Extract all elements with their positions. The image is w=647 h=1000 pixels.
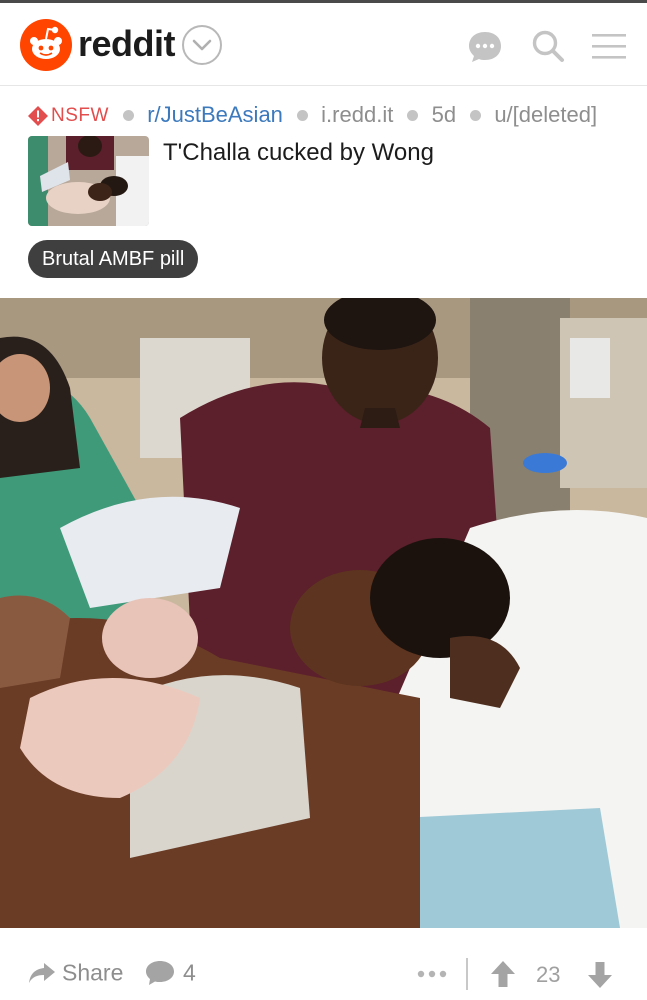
post-author[interactable]: u/[deleted] [494, 102, 597, 128]
post-thumbnail[interactable] [28, 136, 149, 226]
nsfw-badge: NSFW [28, 102, 109, 128]
comments-button[interactable]: 4 [145, 958, 196, 988]
share-arrow-icon [29, 962, 55, 983]
app-wordmark[interactable]: reddit [78, 23, 176, 65]
actions-divider [466, 958, 468, 990]
chat-icon[interactable] [467, 29, 503, 65]
post-score: 23 [536, 962, 561, 987]
post-meta-line: NSFW r/JustBeAsian i.redd.it 5d u/[delet… [28, 101, 628, 129]
meta-separator [123, 109, 135, 121]
meta-separator [407, 109, 419, 121]
post-title[interactable]: T'Challa cucked by Wong [163, 139, 434, 167]
top-bar: reddit [0, 0, 647, 86]
nsfw-label: NSFW [51, 105, 109, 127]
post-age: 5d [431, 102, 457, 128]
reddit-logo[interactable] [20, 19, 72, 71]
post-flair[interactable]: Brutal AMBF pill [28, 240, 199, 278]
chevron-down-icon [192, 39, 212, 51]
hamburger-menu-icon[interactable] [592, 31, 626, 61]
meta-separator [470, 109, 482, 121]
share-button[interactable]: Share [28, 958, 123, 988]
post-image[interactable] [0, 298, 647, 928]
upvote-arrow-icon[interactable] [490, 960, 516, 988]
meta-separator [297, 109, 309, 121]
alert-icon [28, 106, 48, 127]
share-label: Share [62, 959, 124, 986]
post-actions-bar: Share 4 23 [0, 942, 647, 1000]
subreddit-link[interactable]: r/JustBeAsian [147, 102, 283, 128]
more-dots-icon[interactable] [417, 970, 447, 978]
post-domain[interactable]: i.redd.it [321, 102, 393, 128]
community-dropdown-button[interactable] [182, 25, 222, 65]
comment-count: 4 [183, 959, 196, 986]
search-icon[interactable] [530, 28, 566, 64]
comment-bubble-icon [146, 960, 174, 985]
downvote-arrow-icon[interactable] [587, 961, 613, 989]
